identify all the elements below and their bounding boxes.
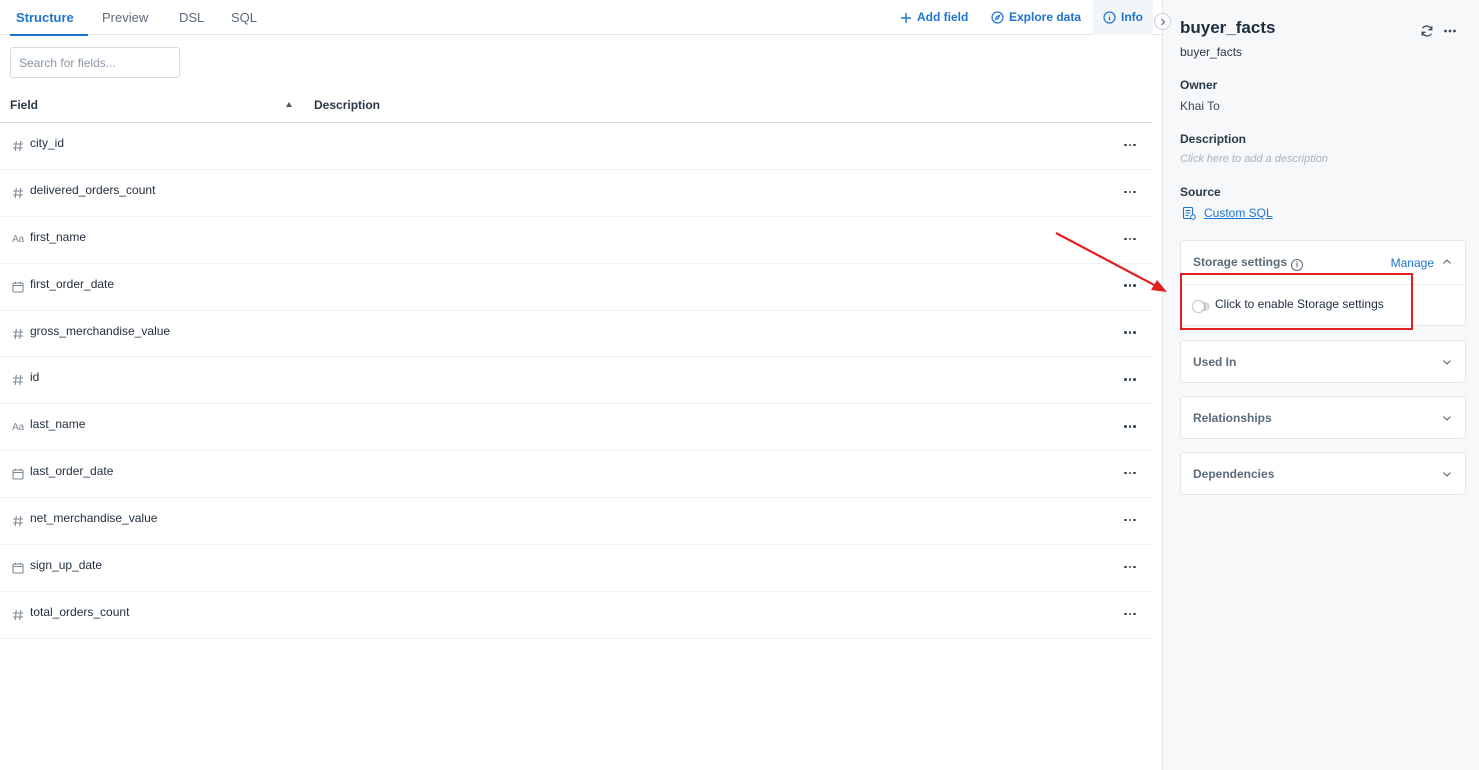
row-more-options-icon[interactable] xyxy=(1121,461,1139,485)
info-tab-button[interactable]: Info xyxy=(1103,0,1143,35)
explore-data-button[interactable]: Explore data xyxy=(991,0,1081,35)
annotation-arrow xyxy=(1055,232,1167,292)
plus-icon xyxy=(899,11,912,24)
number-type-icon xyxy=(10,123,26,169)
row-more-options-icon[interactable] xyxy=(1121,602,1139,626)
collapse-panel-button[interactable] xyxy=(1154,13,1171,30)
table-row[interactable]: city_id xyxy=(0,123,1152,170)
annotation-highlight-box xyxy=(1180,273,1413,330)
row-more-options-icon[interactable] xyxy=(1121,321,1139,345)
calendar-icon xyxy=(10,264,26,310)
add-field-button[interactable]: Add field xyxy=(899,0,968,35)
calendar-icon xyxy=(10,545,26,591)
tab-sql[interactable]: SQL xyxy=(231,0,257,35)
table-row[interactable]: Aa last_name xyxy=(0,404,1152,452)
table-row[interactable]: sign_up_date xyxy=(0,545,1152,592)
model-subtitle: buyer_facts xyxy=(1180,45,1243,59)
number-type-icon xyxy=(10,592,26,638)
dependencies-card[interactable]: Dependencies xyxy=(1180,452,1466,495)
description-placeholder[interactable]: Click here to add a description xyxy=(1180,153,1328,165)
top-toolbar: Structure Preview DSL SQL Add field Expl… xyxy=(0,0,1162,36)
explore-data-label: Explore data xyxy=(1009,10,1082,24)
used-in-card[interactable]: Used In xyxy=(1180,340,1466,383)
row-more-options-icon[interactable] xyxy=(1121,180,1139,204)
chevron-up-icon[interactable] xyxy=(1442,257,1452,267)
info-icon[interactable]: i xyxy=(1291,259,1304,271)
info-tab-label: Info xyxy=(1121,10,1143,24)
field-name: sign_up_date xyxy=(30,558,103,573)
number-type-icon xyxy=(10,170,26,216)
field-name: first_order_date xyxy=(30,276,115,291)
dependencies-header[interactable]: Dependencies xyxy=(1193,453,1274,495)
model-title: buyer_facts xyxy=(1180,18,1276,37)
more-options-icon[interactable] xyxy=(1441,22,1459,40)
column-header-field[interactable]: Field xyxy=(10,90,38,123)
chevron-down-icon[interactable] xyxy=(1442,469,1452,479)
calendar-icon xyxy=(10,451,26,497)
chevron-down-icon[interactable] xyxy=(1442,357,1452,367)
source-label: Source xyxy=(1180,185,1221,199)
refresh-icon[interactable] xyxy=(1418,22,1436,40)
compass-icon xyxy=(991,11,1004,24)
chevron-right-icon xyxy=(1160,18,1165,25)
table-row[interactable]: delivered_orders_count xyxy=(0,170,1152,217)
field-name: last_name xyxy=(30,417,86,432)
table-row[interactable]: total_orders_count xyxy=(0,592,1152,639)
info-panel: buyer_facts buyer_facts Owner Khai To De… xyxy=(1162,0,1479,770)
table-row[interactable]: last_order_date xyxy=(0,451,1152,499)
sql-file-icon xyxy=(1182,206,1196,220)
relationships-header[interactable]: Relationships xyxy=(1193,397,1272,439)
owner-label: Owner xyxy=(1180,78,1218,92)
row-more-options-icon[interactable] xyxy=(1121,367,1139,391)
field-name: gross_merchandise_value xyxy=(30,323,171,338)
chevron-down-icon[interactable] xyxy=(1442,413,1452,423)
field-name: id xyxy=(30,370,40,385)
field-search-input[interactable] xyxy=(10,47,180,78)
fields-table-header: Field Description xyxy=(0,90,1152,123)
row-more-options-icon[interactable] xyxy=(1121,133,1139,157)
table-row[interactable]: id xyxy=(0,357,1152,405)
source-link-custom-sql[interactable]: Custom SQL xyxy=(1204,206,1273,220)
relationships-card[interactable]: Relationships xyxy=(1180,396,1466,439)
row-more-options-icon[interactable] xyxy=(1121,508,1139,532)
text-type-icon: Aa xyxy=(12,234,24,246)
table-row[interactable]: net_merchandise_value xyxy=(0,498,1152,546)
table-row[interactable]: gross_merchandise_value xyxy=(0,311,1152,358)
tab-dsl[interactable]: DSL xyxy=(179,0,204,35)
field-name: city_id xyxy=(30,136,65,150)
row-more-options-icon[interactable] xyxy=(1121,414,1139,438)
text-type-icon: Aa xyxy=(12,421,24,433)
tab-structure[interactable]: Structure xyxy=(10,0,88,36)
field-name: last_order_date xyxy=(30,464,114,479)
field-name: delivered_orders_count xyxy=(30,182,156,197)
field-name: first_name xyxy=(30,229,87,244)
table-row[interactable]: Aa first_name xyxy=(0,217,1152,264)
row-more-options-icon[interactable] xyxy=(1121,555,1139,579)
tab-preview[interactable]: Preview xyxy=(102,0,148,35)
model-structure-area: Structure Preview DSL SQL Add field Expl… xyxy=(0,0,1162,770)
owner-value: Khai To xyxy=(1180,99,1220,113)
field-name: net_merchandise_value xyxy=(30,511,158,526)
used-in-header[interactable]: Used In xyxy=(1193,341,1236,383)
add-field-label: Add field xyxy=(917,10,969,24)
number-type-icon xyxy=(10,357,26,403)
number-type-icon xyxy=(10,311,26,357)
sort-ascending-icon[interactable] xyxy=(286,102,292,107)
number-type-icon xyxy=(10,498,26,544)
info-circle-icon xyxy=(1103,11,1116,24)
field-name: total_orders_count xyxy=(30,604,130,619)
fields-table-body: city_id delivered_orders_count Aa first_nam… xyxy=(0,123,1152,639)
column-header-description[interactable]: Description xyxy=(314,90,380,123)
storage-settings-title: Storage settings xyxy=(1193,255,1288,269)
table-row[interactable]: first_order_date xyxy=(0,264,1152,311)
description-label: Description xyxy=(1180,132,1247,146)
